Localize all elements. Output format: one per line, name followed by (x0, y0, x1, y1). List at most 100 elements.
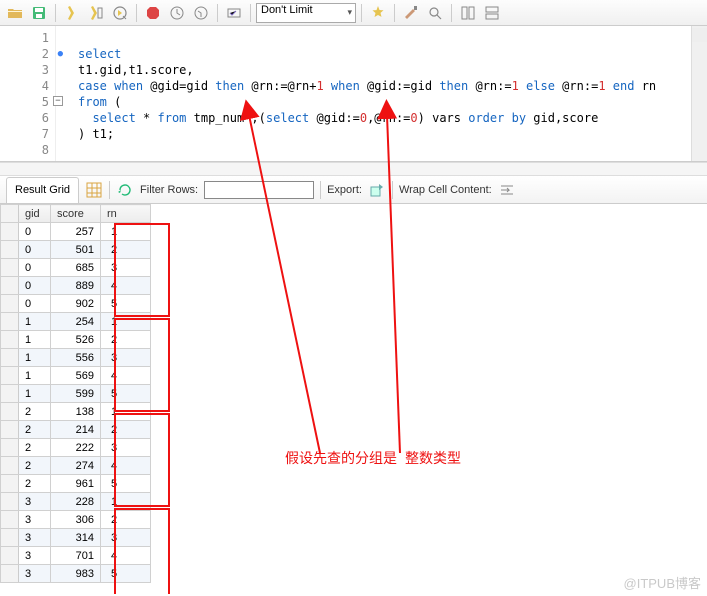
table-row[interactable]: 08894 (1, 277, 151, 295)
toggle-output-button[interactable] (481, 2, 503, 24)
cell-score[interactable]: 501 (51, 241, 101, 259)
autocommit-button[interactable] (223, 2, 245, 24)
cell-rn[interactable]: 5 (101, 295, 151, 313)
col-header-score[interactable]: score (51, 205, 101, 223)
cell-score[interactable]: 569 (51, 367, 101, 385)
commit-button[interactable] (166, 2, 188, 24)
cell-rn[interactable]: 1 (101, 493, 151, 511)
cell-score[interactable]: 138 (51, 403, 101, 421)
rollback-button[interactable] (190, 2, 212, 24)
cell-score[interactable]: 685 (51, 259, 101, 277)
cell-rn[interactable]: 1 (101, 223, 151, 241)
table-row[interactable]: 33062 (1, 511, 151, 529)
cell-score[interactable]: 306 (51, 511, 101, 529)
cell-score[interactable]: 701 (51, 547, 101, 565)
toggle-panel-button[interactable] (457, 2, 479, 24)
table-row[interactable]: 09025 (1, 295, 151, 313)
cell-score[interactable]: 257 (51, 223, 101, 241)
cell-score[interactable]: 214 (51, 421, 101, 439)
execute-button[interactable] (61, 2, 83, 24)
cell-score[interactable]: 599 (51, 385, 101, 403)
cell-score[interactable]: 228 (51, 493, 101, 511)
filter-rows-input[interactable] (204, 181, 314, 199)
cell-score[interactable]: 902 (51, 295, 101, 313)
cell-gid[interactable]: 1 (19, 385, 51, 403)
table-row[interactable]: 39835 (1, 565, 151, 583)
table-row[interactable]: 37014 (1, 547, 151, 565)
result-grid-tab[interactable]: Result Grid (6, 177, 79, 203)
cell-gid[interactable]: 3 (19, 529, 51, 547)
cell-gid[interactable]: 3 (19, 565, 51, 583)
table-row[interactable]: 21381 (1, 403, 151, 421)
table-row[interactable]: 15995 (1, 385, 151, 403)
cell-gid[interactable]: 0 (19, 241, 51, 259)
table-row[interactable]: 05012 (1, 241, 151, 259)
cell-rn[interactable]: 2 (101, 331, 151, 349)
cell-rn[interactable]: 5 (101, 565, 151, 583)
cell-gid[interactable]: 2 (19, 403, 51, 421)
cell-score[interactable]: 222 (51, 439, 101, 457)
table-row[interactable]: 29615 (1, 475, 151, 493)
refresh-icon[interactable] (116, 181, 134, 199)
cell-gid[interactable]: 2 (19, 421, 51, 439)
cell-score[interactable]: 961 (51, 475, 101, 493)
cell-rn[interactable]: 5 (101, 385, 151, 403)
cell-score[interactable]: 314 (51, 529, 101, 547)
stop-button[interactable] (142, 2, 164, 24)
cell-score[interactable]: 274 (51, 457, 101, 475)
table-row[interactable]: 15694 (1, 367, 151, 385)
cell-gid[interactable]: 2 (19, 475, 51, 493)
table-row[interactable]: 22223 (1, 439, 151, 457)
cell-rn[interactable]: 3 (101, 529, 151, 547)
grid-view-icon[interactable] (85, 181, 103, 199)
cell-rn[interactable]: 3 (101, 349, 151, 367)
table-row[interactable]: 12541 (1, 313, 151, 331)
row-limit-select[interactable]: Don't Limit (256, 3, 356, 23)
save-button[interactable] (28, 2, 50, 24)
cell-rn[interactable]: 4 (101, 547, 151, 565)
result-grid[interactable]: gid score rn 025710501206853088940902512… (0, 204, 707, 594)
paintbrush-button[interactable] (400, 2, 422, 24)
table-row[interactable]: 33143 (1, 529, 151, 547)
cell-score[interactable]: 889 (51, 277, 101, 295)
cell-rn[interactable]: 4 (101, 457, 151, 475)
editor-scrollbar[interactable] (691, 26, 707, 161)
wrap-cell-icon[interactable] (498, 181, 516, 199)
table-row[interactable]: 22744 (1, 457, 151, 475)
cell-gid[interactable]: 0 (19, 295, 51, 313)
cell-score[interactable]: 983 (51, 565, 101, 583)
table-row[interactable]: 15262 (1, 331, 151, 349)
row-limit-value[interactable]: Don't Limit (256, 3, 356, 23)
cell-rn[interactable]: 4 (101, 367, 151, 385)
cell-gid[interactable]: 2 (19, 457, 51, 475)
export-icon[interactable] (368, 181, 386, 199)
cell-gid[interactable]: 0 (19, 259, 51, 277)
explain-button[interactable] (109, 2, 131, 24)
cell-score[interactable]: 254 (51, 313, 101, 331)
cell-gid[interactable]: 3 (19, 493, 51, 511)
cell-rn[interactable]: 1 (101, 403, 151, 421)
beautify-button[interactable] (367, 2, 389, 24)
cell-gid[interactable]: 3 (19, 547, 51, 565)
execute-current-button[interactable] (85, 2, 107, 24)
table-row[interactable]: 06853 (1, 259, 151, 277)
open-file-button[interactable] (4, 2, 26, 24)
cell-score[interactable]: 556 (51, 349, 101, 367)
cell-gid[interactable]: 1 (19, 313, 51, 331)
cell-rn[interactable]: 2 (101, 421, 151, 439)
sql-code[interactable]: selectt1.gid,t1.score,case when @gid=gid… (56, 26, 707, 161)
table-row[interactable]: 02571 (1, 223, 151, 241)
cell-gid[interactable]: 1 (19, 367, 51, 385)
cell-rn[interactable]: 3 (101, 259, 151, 277)
cell-score[interactable]: 526 (51, 331, 101, 349)
col-header-gid[interactable]: gid (19, 205, 51, 223)
col-header-rn[interactable]: rn (101, 205, 151, 223)
cell-rn[interactable]: 2 (101, 511, 151, 529)
cell-gid[interactable]: 0 (19, 277, 51, 295)
cell-rn[interactable]: 4 (101, 277, 151, 295)
table-row[interactable]: 32281 (1, 493, 151, 511)
cell-gid[interactable]: 1 (19, 331, 51, 349)
table-row[interactable]: 22142 (1, 421, 151, 439)
cell-rn[interactable]: 2 (101, 241, 151, 259)
cell-gid[interactable]: 1 (19, 349, 51, 367)
